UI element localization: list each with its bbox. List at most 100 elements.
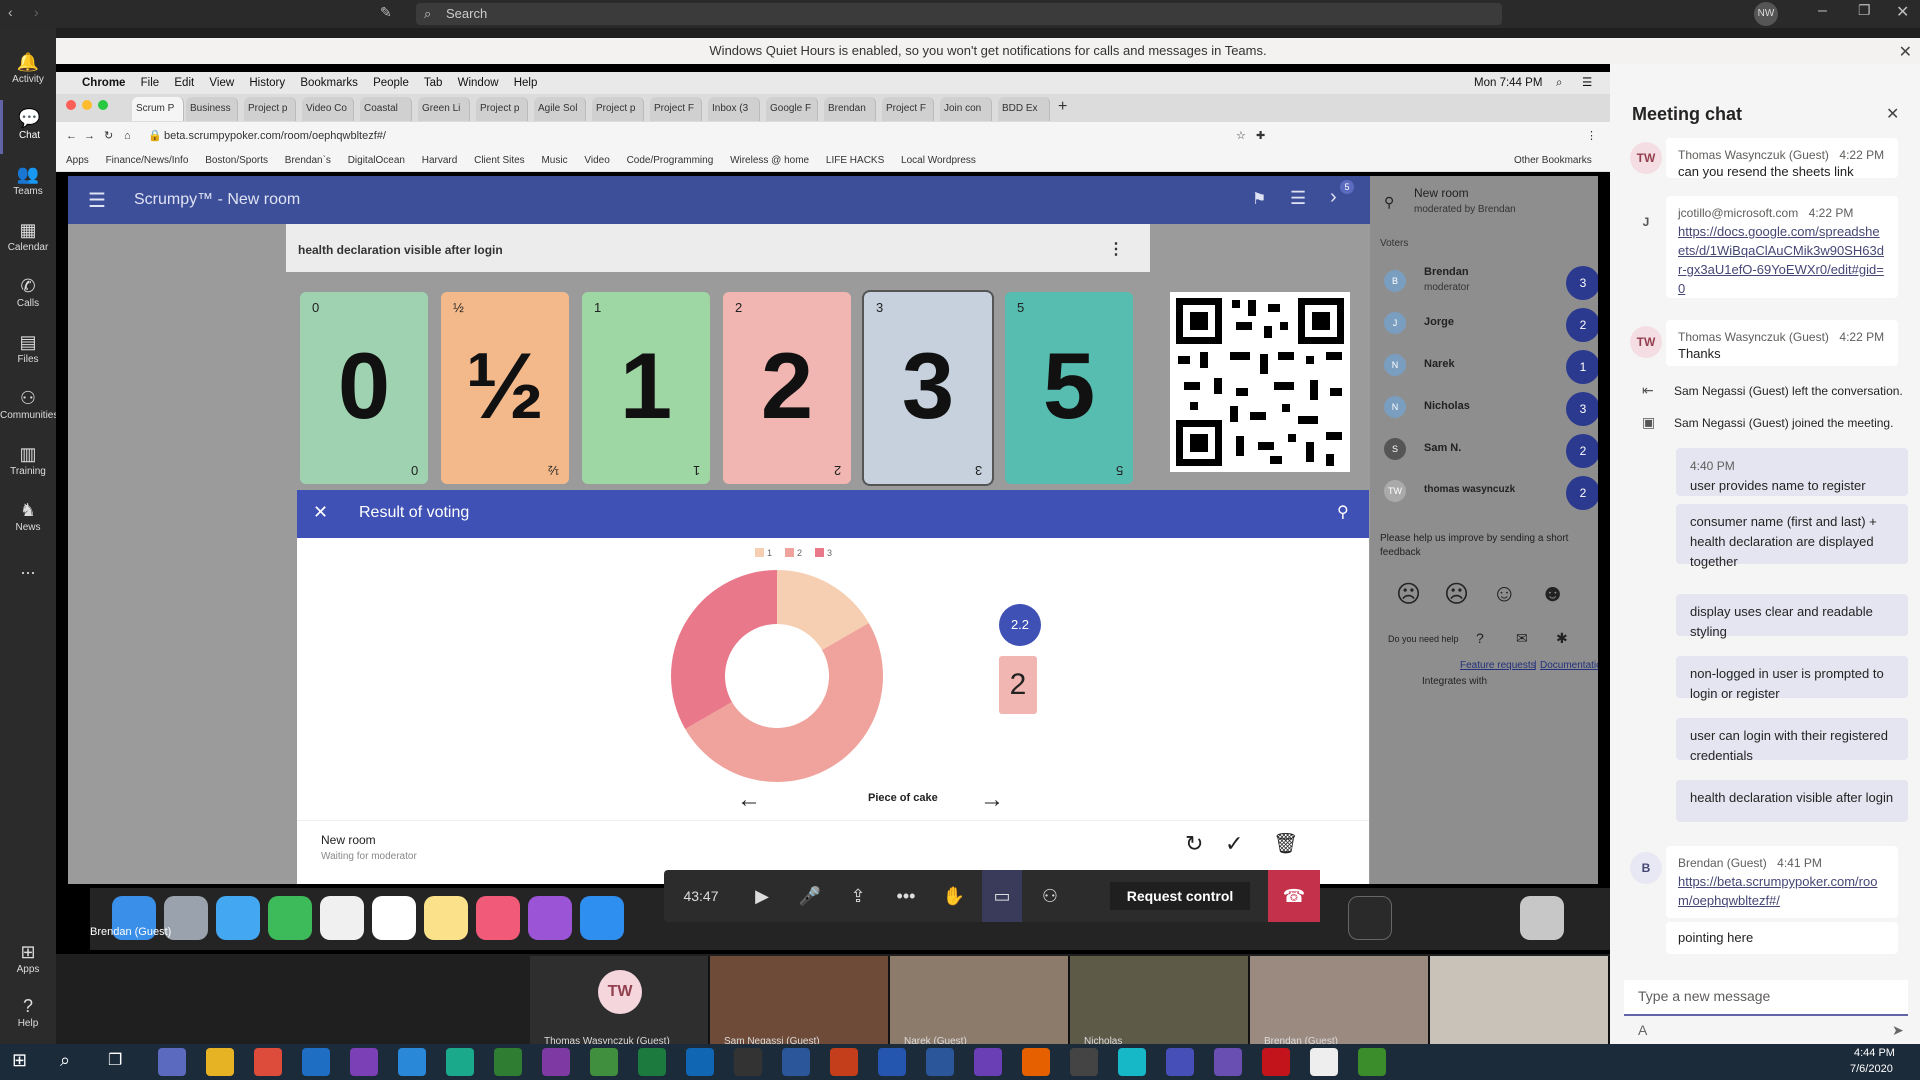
browser-tab[interactable]: Green Li (418, 97, 470, 121)
bookmark[interactable]: Music (541, 155, 567, 166)
raise-hand-icon[interactable]: ✋ (934, 870, 974, 922)
vote-card[interactable]: 1 1 1 (582, 292, 710, 484)
rail-more[interactable]: ... (0, 550, 56, 604)
rail-apps[interactable]: ⊞ Apps (0, 934, 56, 988)
reload-icon[interactable]: ↻ (104, 122, 113, 150)
task-view-icon[interactable]: ❐ (108, 1050, 122, 1070)
rail-training[interactable]: ▥ Training (0, 436, 56, 490)
checkmark-icon[interactable]: ✓ (1225, 831, 1243, 857)
new-tab-icon[interactable]: + (1058, 98, 1067, 116)
happy-face-icon[interactable]: ☺ (1492, 580, 1517, 608)
browser-tab[interactable]: Agile Sol (534, 97, 586, 121)
taskbar-app-icon[interactable] (782, 1048, 810, 1076)
taskbar-app-icon[interactable] (1358, 1048, 1386, 1076)
hamburger-icon[interactable]: ☰ (88, 188, 106, 213)
rail-help[interactable]: ? Help (0, 988, 56, 1042)
back-arrow-icon[interactable]: ‹ (8, 4, 13, 20)
sad-face-icon[interactable]: ☹ (1444, 580, 1469, 609)
messages-icon[interactable] (216, 896, 260, 940)
message-link[interactable]: https://docs.google.com/spreadsheets/d/1… (1678, 222, 1886, 298)
close-window-icon[interactable]: ✕ (1896, 2, 1909, 22)
bookmark[interactable]: Wireless @ home (730, 155, 809, 166)
outlook-icon[interactable] (686, 1048, 714, 1076)
vote-card[interactable]: ½ ½ ½ (441, 292, 569, 484)
close-icon[interactable]: ✕ (1886, 104, 1899, 124)
menu-file[interactable]: File (141, 77, 160, 89)
vote-card[interactable]: 2 2 2 (723, 292, 851, 484)
vote-card-selected[interactable]: 3 3 3 (864, 292, 992, 484)
browser-tab[interactable]: Scrum P (132, 97, 184, 121)
chevron-right-icon[interactable]: › (1330, 186, 1337, 209)
close-icon[interactable]: ✕ (1899, 40, 1912, 66)
search-input[interactable]: ⌕ Search (416, 3, 1502, 25)
menu-view[interactable]: View (209, 77, 234, 89)
documentation-link[interactable]: Documentation (1540, 660, 1598, 671)
bookmark[interactable]: Client Sites (474, 155, 525, 166)
browser-tab[interactable]: Video Co (302, 97, 354, 121)
bookmark[interactable]: Finance/News/Info (106, 155, 189, 166)
maximize-icon[interactable]: ❐ (1858, 2, 1871, 19)
list-icon[interactable]: ☰ (1290, 188, 1306, 209)
terminal-icon[interactable] (1348, 896, 1392, 940)
browser-tab[interactable]: Brendan (824, 97, 876, 121)
terminal-icon[interactable] (734, 1048, 762, 1076)
back-icon[interactable]: ← (66, 122, 77, 150)
very-sad-face-icon[interactable]: ☹ (1396, 580, 1421, 609)
stamp-icon[interactable]: ⚲ (1337, 502, 1349, 522)
participants-icon[interactable]: ⚇ (1030, 870, 1070, 922)
address-bar[interactable]: beta.scrumpypoker.com/room/oephqwbltezf#… (164, 122, 386, 150)
acrobat-icon[interactable] (1262, 1048, 1290, 1076)
participant-tile[interactable]: Nicholas (1070, 956, 1248, 1046)
taskbar-app-icon[interactable] (1118, 1048, 1146, 1076)
bookmark[interactable]: DigitalOcean (348, 155, 405, 166)
browser-tab[interactable]: Project p (476, 97, 528, 121)
mac-close-dot[interactable] (66, 100, 76, 110)
visual-studio-icon[interactable] (974, 1048, 1002, 1076)
github-icon[interactable] (1070, 1048, 1098, 1076)
powerpoint-icon[interactable] (830, 1048, 858, 1076)
camera-icon[interactable]: ▶ (742, 870, 782, 922)
browser-tab[interactable]: Business (186, 97, 238, 121)
participant-tile[interactable] (1430, 956, 1608, 1046)
chrome-menu-icon[interactable]: ⋮ (1586, 122, 1597, 150)
rail-calls[interactable]: ✆ Calls (0, 268, 56, 322)
music-icon[interactable] (476, 896, 520, 940)
firefox-icon[interactable] (1022, 1048, 1050, 1076)
teams-icon[interactable] (1166, 1048, 1194, 1076)
taskbar-app-icon[interactable] (590, 1048, 618, 1076)
more-vert-icon[interactable]: ⋮ (1108, 224, 1124, 276)
taskbar-app-icon[interactable] (158, 1048, 186, 1076)
rail-files[interactable]: ▤ Files (0, 324, 56, 378)
browser-tab[interactable]: Project F (882, 97, 934, 121)
vscode-icon[interactable] (398, 1048, 426, 1076)
trash-icon[interactable] (1520, 896, 1564, 940)
browser-tab[interactable]: BDD Ex (998, 97, 1050, 121)
notes-icon[interactable] (424, 896, 468, 940)
rail-communities[interactable]: ⚇ Communities (0, 380, 58, 434)
very-happy-face-icon[interactable]: ☻ (1540, 580, 1565, 608)
spotlight-icon[interactable]: ⌕ (1556, 72, 1562, 94)
menu-edit[interactable]: Edit (174, 77, 194, 89)
participant-tile[interactable]: Narek (Guest) (890, 956, 1068, 1046)
flag-icon[interactable]: ⚑ (1252, 189, 1266, 209)
participant-tile[interactable]: TW Thomas Wasynczuk (Guest) (530, 956, 708, 1046)
menu-history[interactable]: History (249, 77, 285, 89)
notification-center-icon[interactable]: ☰ (1582, 72, 1592, 94)
podcasts-icon[interactable] (528, 896, 572, 940)
bookmark[interactable]: Brendan`s (285, 155, 331, 166)
photos-icon[interactable] (1310, 1048, 1338, 1076)
bookmark[interactable]: Local Wordpress (901, 155, 976, 166)
menu-help[interactable]: Help (514, 77, 538, 89)
close-icon[interactable]: ✕ (313, 502, 328, 523)
facetime-icon[interactable] (268, 896, 312, 940)
hang-up-button[interactable]: ☎ (1268, 870, 1320, 922)
app-store-icon[interactable] (580, 896, 624, 940)
other-bookmarks[interactable]: Other Bookmarks (1514, 150, 1592, 172)
send-icon[interactable]: ➤ (1892, 1022, 1904, 1039)
message-input[interactable]: Type a new message (1624, 980, 1908, 1016)
chat-toggle-icon[interactable]: ▭ (982, 870, 1022, 922)
taskbar-app-icon[interactable] (1214, 1048, 1242, 1076)
mail-icon[interactable]: ✉ (1516, 630, 1528, 647)
help-circle-icon[interactable]: ? (1476, 630, 1484, 646)
bookmark[interactable]: Video (584, 155, 609, 166)
